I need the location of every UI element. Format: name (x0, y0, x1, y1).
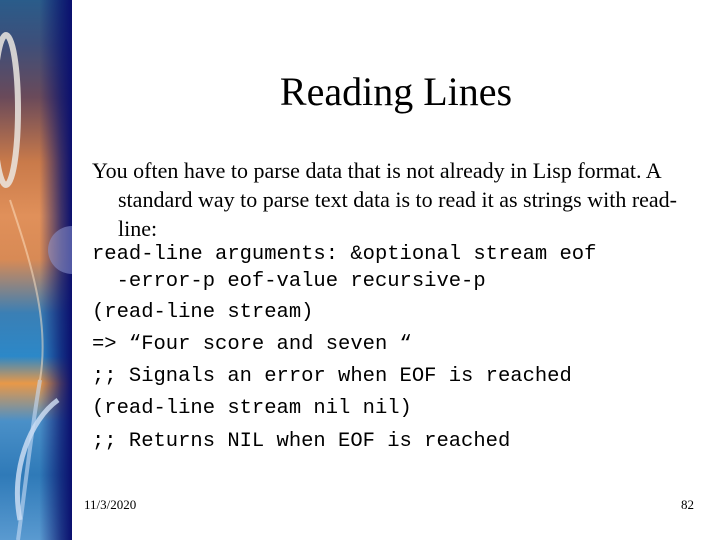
code-comment-line: ;; Signals an error when EOF is reached (92, 365, 572, 388)
slide-title: Reading Lines (279, 69, 513, 114)
code-line: (read-line stream) (92, 301, 314, 324)
slide-body: You often have to parse data that is not… (92, 156, 712, 247)
decorative-swirl-graphic (0, 32, 72, 540)
code-line: (read-line stream nil nil) (92, 397, 412, 420)
footer-date: 11/3/2020 (84, 497, 137, 512)
intro-paragraph: You often have to parse data that is not… (92, 158, 678, 241)
decorative-side-band (0, 0, 72, 540)
code-line: read-line arguments: &optional stream eo… (92, 243, 597, 266)
code-line: => “Four score and seven “ (92, 333, 412, 356)
code-line: -error-p eof-value recursive-p (92, 270, 486, 293)
code-comment-line: ;; Returns NIL when EOF is reached (92, 430, 511, 453)
footer-page-number: 82 (681, 497, 694, 512)
